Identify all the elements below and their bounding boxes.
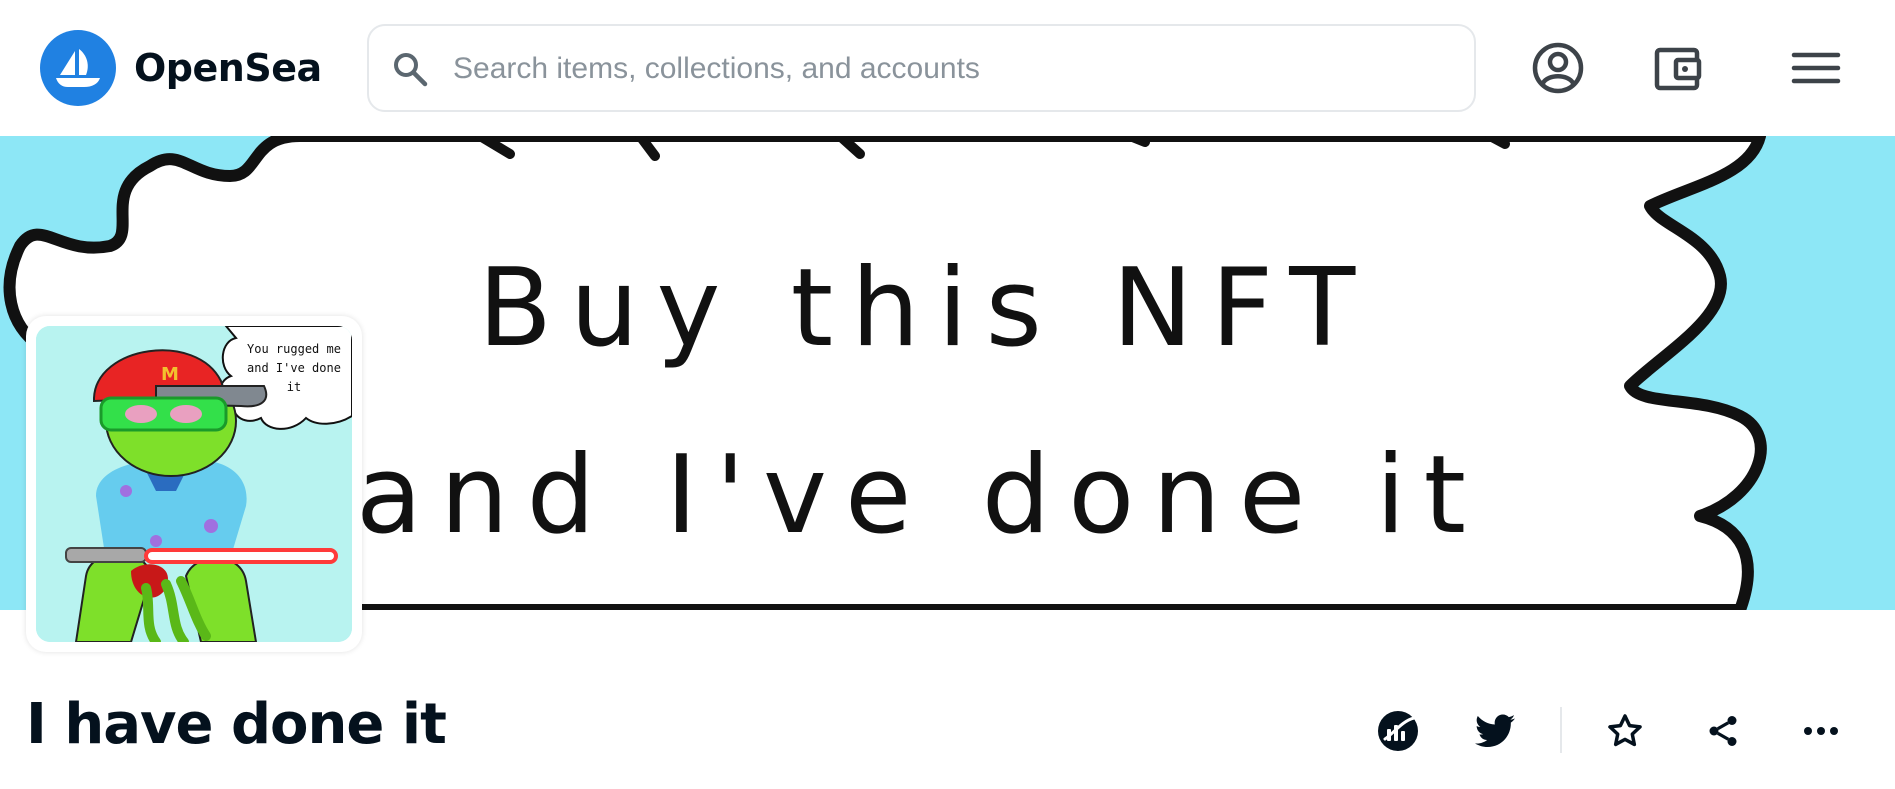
profile-icon[interactable] — [1528, 38, 1588, 98]
bubble-text-line-2: and I've done — [247, 361, 341, 375]
bubble-text-line-3: it — [286, 380, 302, 394]
star-icon[interactable] — [1594, 700, 1656, 762]
top-navbar: OpenSea — [0, 0, 1895, 136]
activity-icon[interactable] — [1367, 700, 1429, 762]
avatar-image: You rugged me and I've done it M — [36, 326, 352, 642]
banner-text-line-2: and I've done it — [356, 433, 1484, 558]
more-icon[interactable] — [1790, 700, 1852, 762]
collection-title: I have done it — [26, 692, 447, 757]
bubble-text-line-1: You rugged me — [247, 342, 341, 356]
search-input[interactable] — [451, 26, 1454, 112]
collection-avatar: You rugged me and I've done it M — [26, 316, 362, 652]
cap-logo: M — [161, 364, 179, 385]
menu-icon[interactable] — [1786, 38, 1846, 98]
action-divider — [1560, 707, 1562, 753]
share-icon[interactable] — [1692, 700, 1754, 762]
brand-logo[interactable]: OpenSea — [40, 29, 322, 107]
boat-logo-icon — [40, 30, 116, 106]
banner-text-line-1: Buy this NFT — [478, 246, 1374, 371]
search-bar[interactable] — [367, 24, 1476, 112]
wallet-icon[interactable] — [1648, 38, 1708, 98]
twitter-icon[interactable] — [1464, 700, 1526, 762]
search-icon — [394, 53, 428, 87]
brand-name: OpenSea — [134, 46, 322, 90]
